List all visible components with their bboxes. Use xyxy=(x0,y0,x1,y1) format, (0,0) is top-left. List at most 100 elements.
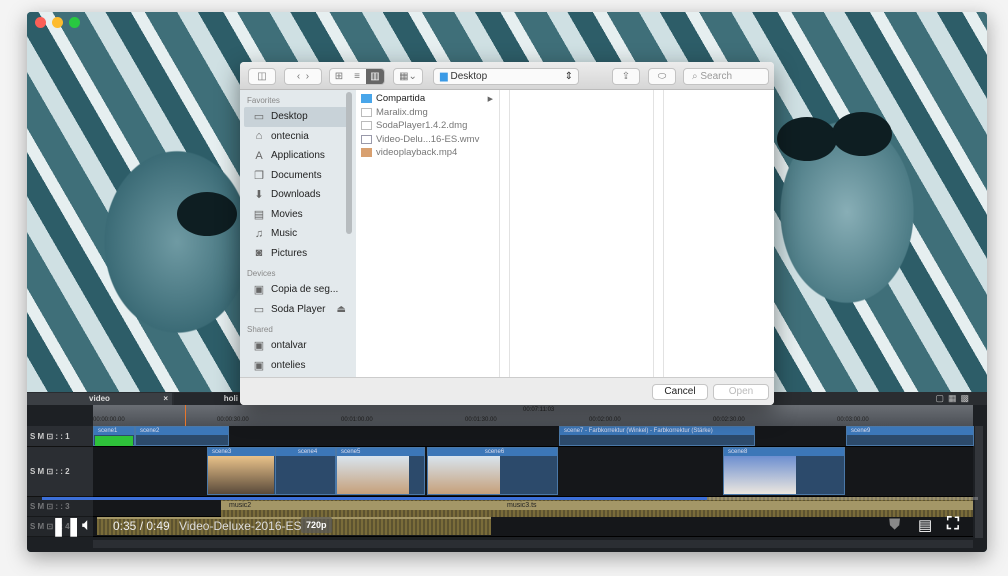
sidebar-item-movies[interactable]: ▤ Movies xyxy=(240,205,356,225)
clip-scene1[interactable]: scene1 xyxy=(93,426,135,446)
icon-view-icon[interactable]: ⊞ xyxy=(330,69,348,84)
sidebar-scrollbar[interactable] xyxy=(346,92,352,234)
clip-thumb xyxy=(724,456,796,494)
column-resizer[interactable] xyxy=(500,90,510,377)
clip-scene8[interactable]: scene8 xyxy=(723,447,845,495)
tab-video[interactable]: video × xyxy=(27,393,172,405)
sidebar-item-music[interactable]: ♫ Music xyxy=(240,224,356,244)
clip-scene2[interactable]: scene2 xyxy=(135,426,229,446)
back-forward-icon[interactable]: ‹ › xyxy=(284,68,322,85)
sidebar-item-downloads[interactable]: ⬇ Downloads xyxy=(240,185,356,205)
clip-label: scene4 xyxy=(276,448,335,456)
shield-icon[interactable]: ⛊ xyxy=(889,516,900,533)
open-button[interactable]: Open xyxy=(713,384,769,400)
sidebar-item-label: Pictures xyxy=(271,247,308,259)
close-icon[interactable]: × xyxy=(163,393,168,405)
pause-icon[interactable]: ❚❚ xyxy=(51,516,81,537)
sidebar-item-label: ontecnia xyxy=(271,130,309,142)
fullscreen-icon[interactable]: ⛶ xyxy=(947,514,959,534)
empty-column xyxy=(510,90,654,377)
view-mode-selector[interactable]: ⊞ ≡ ▥ xyxy=(329,68,385,85)
search-icon: ⌕ xyxy=(692,71,698,82)
dmg-file-icon xyxy=(361,121,372,131)
sidebar-item-label: Copia de seg... xyxy=(271,284,339,296)
clip-scene5[interactable]: scene5 xyxy=(336,447,425,495)
desktop-icon: ▭ xyxy=(253,111,265,124)
shared-header: Shared xyxy=(247,325,273,334)
computer-icon: ▣ xyxy=(253,340,265,353)
clip-label: scene2 xyxy=(136,427,228,435)
clip-label: scene1 xyxy=(94,427,134,435)
sidebar-item-documents[interactable]: ❐ Documents xyxy=(240,166,356,186)
sidebar-item-pictures[interactable]: ◙ Pictures xyxy=(240,244,356,264)
clip-scene6[interactable]: scene6 xyxy=(427,447,558,495)
cancel-button[interactable]: Cancel xyxy=(652,384,708,400)
clip-scene4[interactable]: scene4 xyxy=(275,447,336,495)
downloads-icon: ⬇ xyxy=(254,189,264,202)
share-icon[interactable]: ⇪ xyxy=(612,68,640,85)
music-icon: ♫ xyxy=(254,227,264,240)
clip-label: scene5 xyxy=(337,448,424,456)
video-title: Video-Deluxe-2016-ES xyxy=(179,519,302,533)
column-resizer[interactable] xyxy=(654,90,664,377)
search-placeholder: Search xyxy=(700,71,733,82)
devices-header: Devices xyxy=(247,269,276,278)
updown-icon: ⇕ xyxy=(564,71,573,82)
close-button[interactable] xyxy=(35,17,46,28)
sidebar-item-applications[interactable]: A Applications xyxy=(240,146,356,166)
layout-icons[interactable]: ▢▦▩ xyxy=(935,393,973,404)
drive-icon: ▭ xyxy=(253,303,265,316)
ruler-label: 00:03:00.00 xyxy=(837,417,869,423)
tab-holi[interactable]: holi xyxy=(174,393,244,405)
track-lane-2: scene3 scene4 scene5 scene6 scene8 xyxy=(93,447,973,497)
home-icon: ⌂ xyxy=(255,130,263,143)
volume-icon[interactable]: 🔈︎ xyxy=(82,515,92,535)
file-item-video-deluxe[interactable]: Video-Delu...16-ES.wmv xyxy=(356,133,499,147)
sidebar-toggle-icon[interactable]: ◫ xyxy=(248,68,276,85)
ruler-label: 00:01:30.00 xyxy=(465,417,497,423)
timeline-ruler[interactable]: 00:07:11:03 00:00:00.00 00:00:30.00 00:0… xyxy=(93,405,973,525)
file-item-videoplayback[interactable]: videoplayback.mp4 xyxy=(356,146,499,160)
file-item-sodaplayer[interactable]: SodaPlayer1.4.2.dmg xyxy=(356,119,499,133)
sidebar-item-ontalvar[interactable]: ▣ ontalvar xyxy=(240,336,356,356)
quality-badge[interactable]: 720p xyxy=(301,517,332,533)
ruler-label: 00:00:30.00 xyxy=(217,417,249,423)
time-display: 0:35 / 0:49 xyxy=(113,519,170,533)
file-name: Compartida xyxy=(376,93,426,105)
file-item-maralix[interactable]: Maralix.dmg xyxy=(356,106,499,120)
location-popup[interactable]: ▆ Desktop ⇕ xyxy=(433,68,579,85)
sidebar-item-label: Documents xyxy=(271,169,322,181)
zoom-button[interactable] xyxy=(69,17,80,28)
track-header-2[interactable]: S M ⊡ : : 2 xyxy=(27,447,93,497)
clip-scene9[interactable]: scene9 xyxy=(846,426,974,446)
eject-icon[interactable]: ⏏ xyxy=(336,304,345,315)
sidebar-item-ontelies[interactable]: ▣ ontelies xyxy=(240,356,356,376)
tag-icon[interactable]: ⬭ xyxy=(648,68,676,85)
clip-scene7[interactable]: scene7 - Farbkorrektur (Winkel) - Farbko… xyxy=(559,426,755,446)
sidebar-item-label: ontelies xyxy=(271,359,306,371)
sidebar-item-desktop[interactable]: ▭ Desktop xyxy=(244,107,352,127)
sidebar-item-soda-player[interactable]: ▭ Soda Player ⏏ xyxy=(240,300,356,320)
file-name: Video-Delu...16-ES.wmv xyxy=(376,133,480,145)
arrange-icon[interactable]: ▦⌄ xyxy=(393,68,423,85)
sidebar-item-copia[interactable]: ▣ Copia de seg... xyxy=(240,280,356,300)
folder-icon: ▆ xyxy=(440,71,448,82)
favorites-header: Favorites xyxy=(247,96,280,105)
computer-icon: ▣ xyxy=(253,359,265,372)
sidebar-item-label: Music xyxy=(271,228,298,240)
pictures-icon: ◙ xyxy=(255,247,263,260)
column-view-icon[interactable]: ▥ xyxy=(366,69,384,84)
track-header-1[interactable]: S M ⊡ : : 1 xyxy=(27,426,93,447)
progress-bar[interactable] xyxy=(42,497,978,500)
minimize-button[interactable] xyxy=(52,17,63,28)
clip-label: scene8 xyxy=(724,448,844,456)
sidebar-item-ontecnia[interactable]: ⌂ ontecnia xyxy=(240,127,356,147)
file-name: SodaPlayer1.4.2.dmg xyxy=(376,120,468,132)
list-view-icon[interactable]: ≡ xyxy=(348,69,366,84)
file-item-compartida[interactable]: Compartida ▶ xyxy=(356,92,499,106)
sidebar-item-label: Movies xyxy=(271,208,303,220)
file-name: Maralix.dmg xyxy=(376,106,428,118)
dialog-toolbar: ◫ ‹ › ⊞ ≡ ▥ ▦⌄ ▆ Desktop ⇕ ⇪ ⬭ ⌕ Search xyxy=(240,62,774,90)
search-input[interactable]: ⌕ Search xyxy=(683,68,769,85)
subtitles-icon[interactable]: ▤ xyxy=(918,516,932,534)
